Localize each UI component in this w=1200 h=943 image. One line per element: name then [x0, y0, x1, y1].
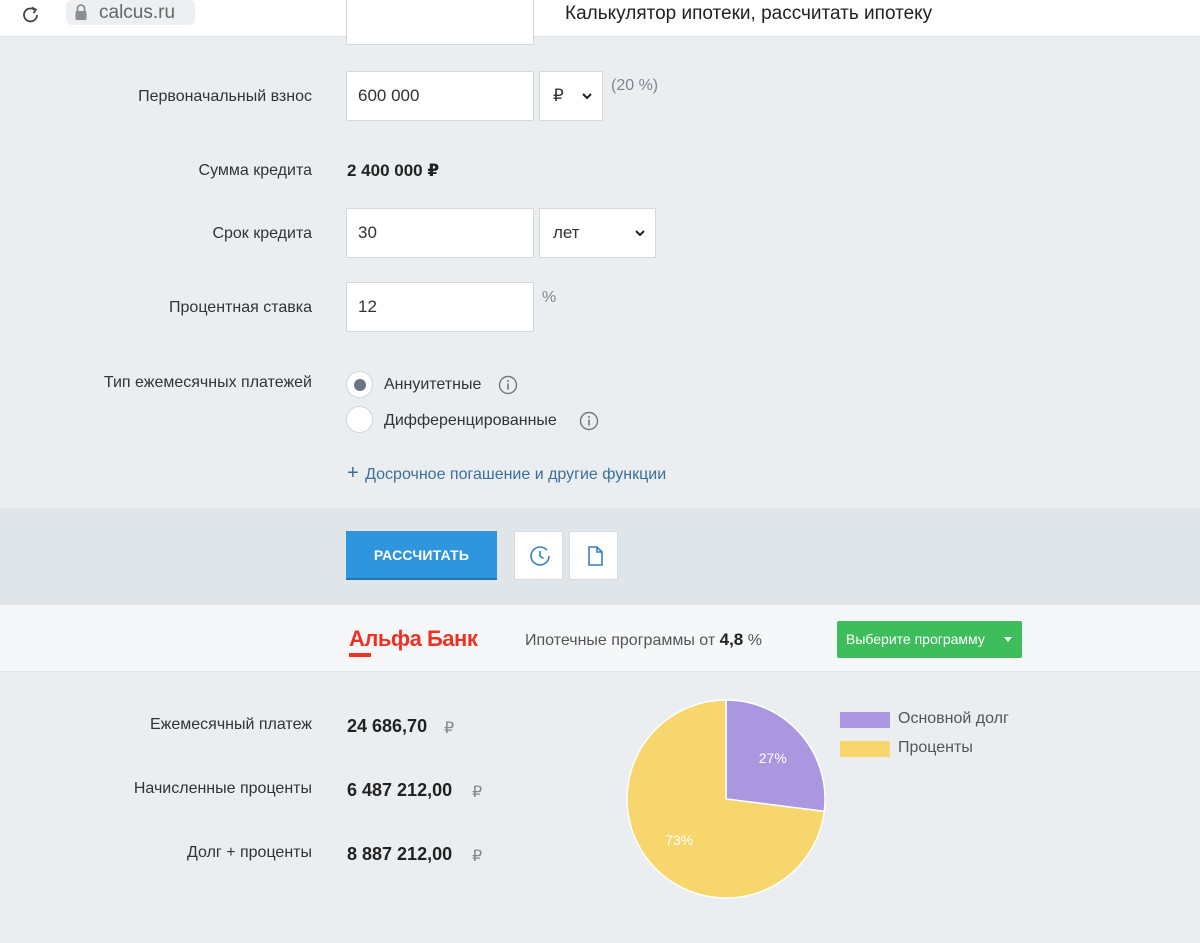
term-unit-value: лет	[553, 223, 580, 242]
rate-label: Процентная ставка	[169, 299, 312, 316]
interest-label: Начисленные проценты	[133, 780, 312, 797]
term-input[interactable]: 30	[346, 208, 534, 258]
monthly-payment-value: 24 686,70	[347, 716, 428, 736]
document-button[interactable]	[569, 531, 618, 580]
radio-differentiated[interactable]	[346, 406, 373, 433]
bank-promo-unit: %	[743, 632, 762, 649]
early-repayment-link[interactable]: + Досрочное погашение и другие функции	[347, 462, 666, 485]
total-currency: ₽	[472, 848, 483, 865]
bank-promo-text: Ипотечные программы от 4,8 %	[525, 630, 762, 650]
monthly-payment-currency: ₽	[444, 720, 455, 737]
browser-toolbar: calcus.ru Калькулятор ипотеки, рассчитат…	[0, 0, 1200, 37]
info-icon[interactable]	[498, 375, 518, 395]
down-payment-input[interactable]: 600 000	[346, 71, 534, 121]
rate-percent-sign: %	[542, 289, 557, 306]
radio-annuity[interactable]	[346, 371, 373, 398]
rate-input[interactable]: 12	[346, 282, 534, 332]
payment-structure-pie-chart: 27% 73%	[626, 699, 826, 899]
alfa-bank-logo[interactable]: Альфа Банк	[349, 626, 478, 652]
lock-icon	[75, 4, 87, 20]
legend-swatch-principal	[840, 712, 890, 728]
total-label: Долг + проценты	[187, 844, 312, 861]
legend-label-interest: Проценты	[898, 739, 973, 756]
total-value: 8 887 212,00	[347, 844, 453, 864]
term-unit-select[interactable]: лет	[539, 208, 656, 258]
info-icon[interactable]	[579, 411, 599, 431]
monthly-payment-label: Ежемесячный платеж	[149, 716, 312, 733]
reload-icon[interactable]	[20, 4, 42, 26]
loan-amount-label: Сумма кредита	[198, 162, 312, 179]
bank-promo-prefix: Ипотечные программы от	[525, 632, 720, 649]
caret-down-icon	[1004, 637, 1012, 642]
clock-icon	[530, 546, 550, 566]
down-payment-unit-value: ₽	[553, 86, 564, 105]
down-payment-percent: (20 %)	[611, 77, 659, 94]
radio-differentiated-label[interactable]: Дифференцированные	[384, 412, 557, 430]
legend-swatch-interest	[840, 741, 890, 757]
plus-icon: +	[347, 462, 359, 484]
url-text[interactable]: calcus.ru	[99, 2, 175, 24]
chevron-down-icon	[582, 93, 592, 100]
history-button[interactable]	[514, 531, 563, 580]
early-repayment-link-label: Досрочное погашение и другие функции	[365, 466, 667, 483]
radio-annuity-label[interactable]: Аннуитетные	[384, 376, 481, 394]
interest-value: 6 487 212,00	[347, 780, 453, 800]
alfa-bank-logo-mark	[349, 653, 371, 657]
property-price-input[interactable]	[346, 0, 534, 45]
choose-program-label: Выберите программу	[846, 631, 985, 647]
term-label: Срок кредита	[212, 225, 312, 242]
down-payment-unit-select[interactable]: ₽	[539, 71, 603, 121]
legend-label-principal: Основной долг	[898, 710, 1009, 727]
calculate-button[interactable]: РАССЧИТАТЬ	[346, 531, 497, 580]
pie-label-principal: 27%	[759, 750, 787, 766]
bank-promo-rate: 4,8	[719, 630, 744, 649]
interest-currency: ₽	[472, 784, 483, 801]
payment-type-label: Тип ежемесячных платежей	[103, 374, 312, 391]
choose-program-button[interactable]: Выберите программу	[837, 621, 1022, 658]
page-title: Калькулятор ипотеки, рассчитать ипотеку	[565, 3, 933, 24]
document-icon	[588, 546, 603, 566]
chevron-down-icon	[635, 230, 645, 237]
pie-label-interest: 73%	[665, 832, 693, 848]
down-payment-label: Первоначальный взнос	[138, 88, 312, 105]
loan-amount-value: 2 400 000 ₽	[347, 161, 440, 180]
